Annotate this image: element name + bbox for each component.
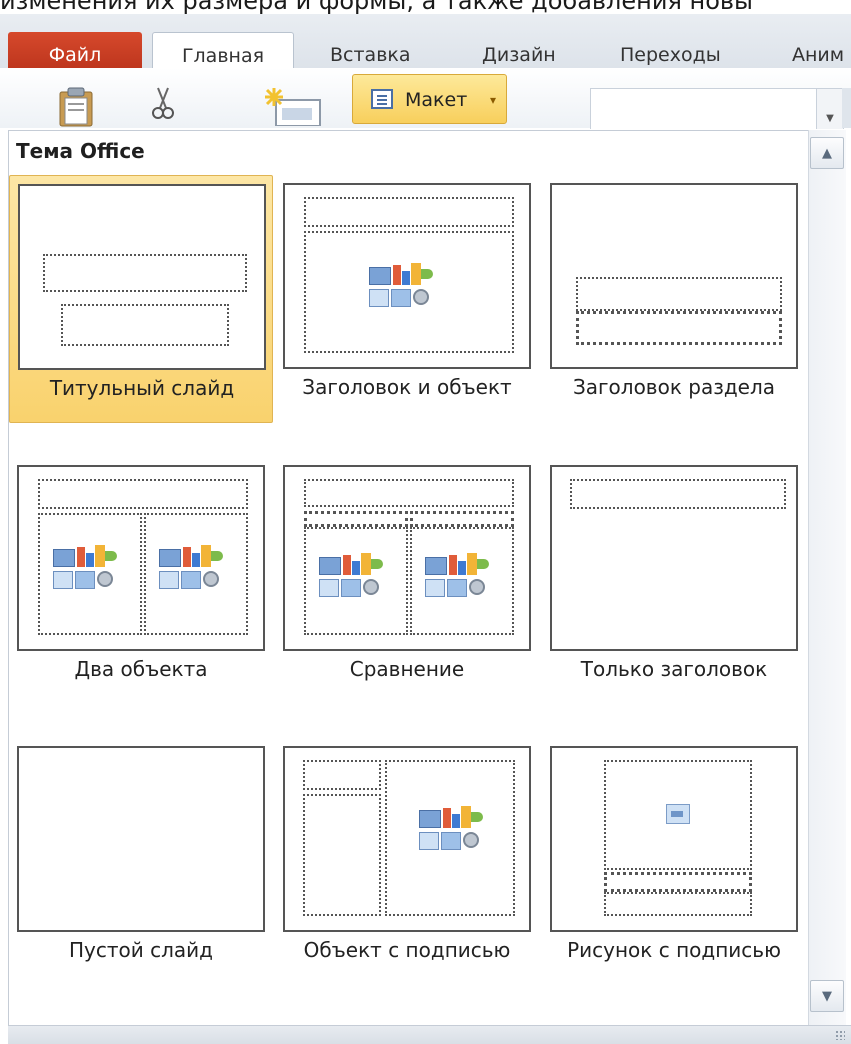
layout-title-slide[interactable]: Титульный слайд [9, 175, 273, 423]
layout-thumbnail [283, 746, 531, 932]
content-placeholder-icon [369, 263, 433, 309]
scroll-up-button[interactable]: ▲ [810, 137, 844, 169]
content-placeholder-icon [425, 553, 489, 599]
scissors-icon[interactable] [150, 86, 176, 120]
layout-label: Пустой слайд [69, 938, 213, 962]
layout-thumbnail [550, 183, 798, 369]
layout-button-label: Макет [405, 89, 468, 111]
ribbon-edge [842, 88, 851, 128]
ribbon-tab-bar: Файл Главная Вставка Дизайн Переходы Ани… [0, 14, 851, 82]
scroll-down-button[interactable]: ▼ [810, 980, 844, 1012]
picture-placeholder-icon [666, 804, 690, 824]
chevron-down-icon: ▾ [489, 93, 496, 107]
gallery-resize-bar [8, 1025, 851, 1044]
layout-icon [371, 89, 393, 109]
ribbon-dropdown-arrow[interactable]: ▼ [816, 88, 844, 129]
layout-title-only[interactable]: Только заголовок [542, 457, 806, 705]
gallery-title: Тема Office [16, 139, 145, 163]
layout-label: Сравнение [349, 657, 465, 681]
content-placeholder-icon [53, 545, 117, 591]
content-placeholder-icon [319, 553, 383, 599]
layout-thumbnail [283, 465, 531, 651]
clipboard-icon[interactable] [54, 84, 98, 128]
layout-label: Два объекта [74, 657, 208, 681]
ribbon-field [590, 88, 818, 129]
layout-section-header[interactable]: Заголовок раздела [542, 175, 806, 423]
layout-picture-with-caption[interactable]: Рисунок с подписью [542, 738, 806, 986]
layout-label: Заголовок раздела [572, 375, 776, 399]
new-slide-icon[interactable] [262, 86, 324, 127]
content-placeholder-icon [419, 806, 483, 852]
resize-grip-icon[interactable] [835, 1030, 845, 1040]
gallery-scrollbar[interactable] [808, 130, 846, 1025]
layout-thumbnail [17, 746, 265, 932]
layout-label: Заголовок и объект [302, 375, 512, 399]
layout-comparison[interactable]: Сравнение [275, 457, 539, 705]
layout-thumbnail [550, 465, 798, 651]
layout-blank[interactable]: Пустой слайд [9, 738, 273, 986]
layout-label: Рисунок с подписью [567, 938, 781, 962]
layout-thumbnail [550, 746, 798, 932]
layout-thumbnail [283, 183, 531, 369]
layout-content-with-caption[interactable]: Объект с подписью [275, 738, 539, 986]
layout-two-content[interactable]: Два объекта [9, 457, 273, 705]
layout-thumbnail [17, 465, 265, 651]
layout-label: Объект с подписью [303, 938, 511, 962]
layout-thumbnail [18, 184, 266, 370]
layout-label: Только заголовок [580, 657, 768, 681]
layout-dropdown-button[interactable]: Макет ▾ [352, 74, 507, 124]
layout-title-and-content[interactable]: Заголовок и объект [275, 175, 539, 423]
content-placeholder-icon [159, 545, 223, 591]
layout-label: Титульный слайд [49, 376, 235, 400]
